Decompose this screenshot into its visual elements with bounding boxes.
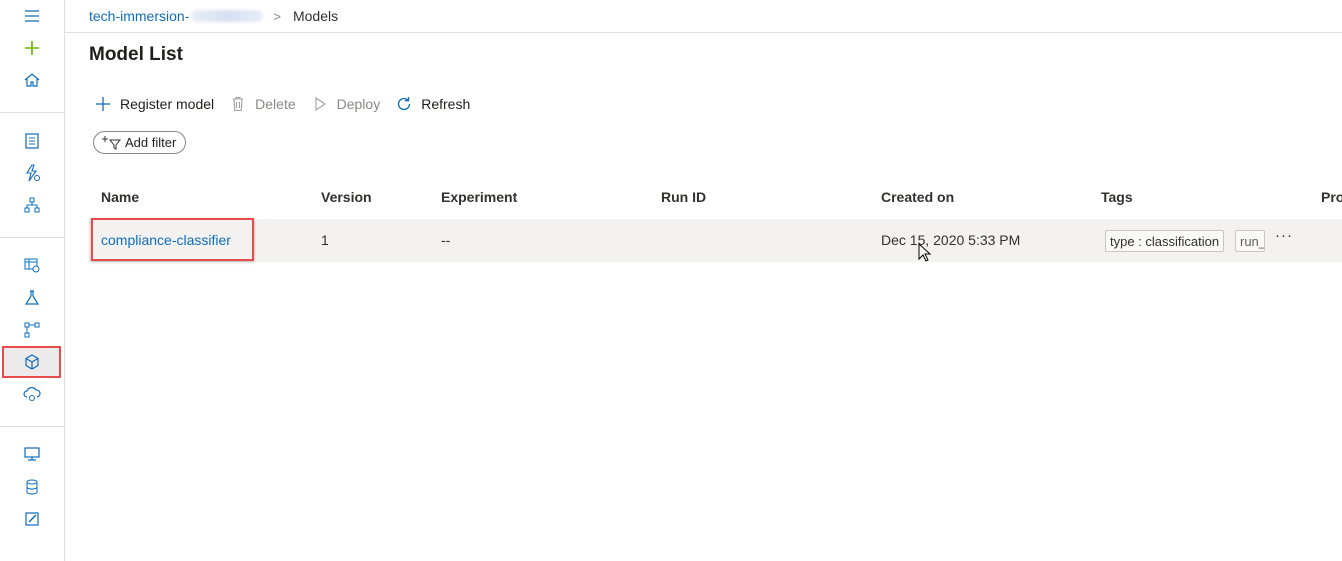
- hamburger-menu-icon[interactable]: [20, 4, 44, 28]
- mouse-cursor-icon: [918, 243, 932, 262]
- refresh-label: Refresh: [421, 96, 471, 112]
- home-icon[interactable]: [20, 68, 44, 92]
- trash-icon: [233, 96, 244, 112]
- rail-divider: [0, 237, 64, 238]
- register-model-label: Register model: [120, 96, 215, 112]
- add-filter-icon: [102, 135, 122, 150]
- endpoints-icon[interactable]: [20, 382, 44, 406]
- model-experiment-cell: --: [441, 232, 451, 248]
- column-header-name[interactable]: Name: [101, 189, 139, 205]
- breadcrumb: tech-immersion- > Models: [65, 0, 1342, 33]
- breadcrumb-current-page: Models: [292, 8, 339, 24]
- more-actions-button[interactable]: ···: [1275, 227, 1293, 244]
- compute-icon[interactable]: [20, 442, 44, 466]
- redacted-workspace-suffix: [191, 10, 264, 22]
- plus-icon[interactable]: [20, 36, 44, 60]
- add-filter-label: Add filter: [125, 135, 177, 150]
- play-icon: [315, 96, 326, 112]
- data-labeling-icon[interactable]: [20, 507, 44, 531]
- rail-divider: [0, 426, 64, 427]
- automated-ml-icon[interactable]: [20, 161, 44, 185]
- refresh-button[interactable]: Refresh: [396, 96, 470, 112]
- delete-button[interactable]: Delete: [230, 96, 296, 112]
- model-created-on-cell: Dec 15, 2020 5:33 PM: [881, 232, 1021, 248]
- rail-divider: [0, 112, 64, 113]
- page-title: Model List: [89, 44, 183, 65]
- deploy-label: Deploy: [336, 96, 381, 112]
- designer-icon[interactable]: [20, 193, 44, 217]
- breadcrumb-workspace-link[interactable]: tech-immersion-: [89, 8, 189, 24]
- datastores-icon[interactable]: [20, 475, 44, 499]
- table-header-row: Name Version Experiment Run ID Created o…: [89, 181, 1342, 215]
- left-navigation-rail: [0, 0, 65, 561]
- pipelines-icon[interactable]: [20, 318, 44, 342]
- datasets-icon[interactable]: [20, 253, 44, 277]
- experiments-icon[interactable]: [20, 286, 44, 310]
- add-filter-button[interactable]: Add filter: [93, 131, 186, 154]
- register-model-button[interactable]: Register model: [95, 96, 214, 112]
- delete-label: Delete: [255, 96, 296, 112]
- column-header-created-on[interactable]: Created on: [881, 189, 954, 205]
- deploy-button[interactable]: Deploy: [312, 96, 381, 112]
- tag-chip-truncated: run_: [1235, 230, 1265, 252]
- column-header-experiment[interactable]: Experiment: [441, 189, 517, 205]
- refresh-icon: [398, 97, 411, 111]
- notebook-icon[interactable]: [20, 129, 44, 153]
- model-version-cell: 1: [321, 232, 329, 248]
- column-header-tags[interactable]: Tags: [1101, 189, 1133, 205]
- column-header-properties[interactable]: Pro: [1321, 189, 1342, 205]
- model-name-link[interactable]: compliance-classifier: [101, 232, 231, 248]
- command-bar: Register model Delete Deploy Refresh: [95, 92, 486, 116]
- table-row[interactable]: compliance-classifier 1 -- Dec 15, 2020 …: [89, 218, 1342, 262]
- column-header-run-id[interactable]: Run ID: [661, 189, 706, 205]
- tag-chip: type : classification: [1105, 230, 1225, 252]
- column-header-version[interactable]: Version: [321, 189, 372, 205]
- breadcrumb-separator: >: [273, 8, 281, 24]
- models-icon[interactable]: [20, 350, 44, 374]
- plus-icon: [96, 97, 110, 111]
